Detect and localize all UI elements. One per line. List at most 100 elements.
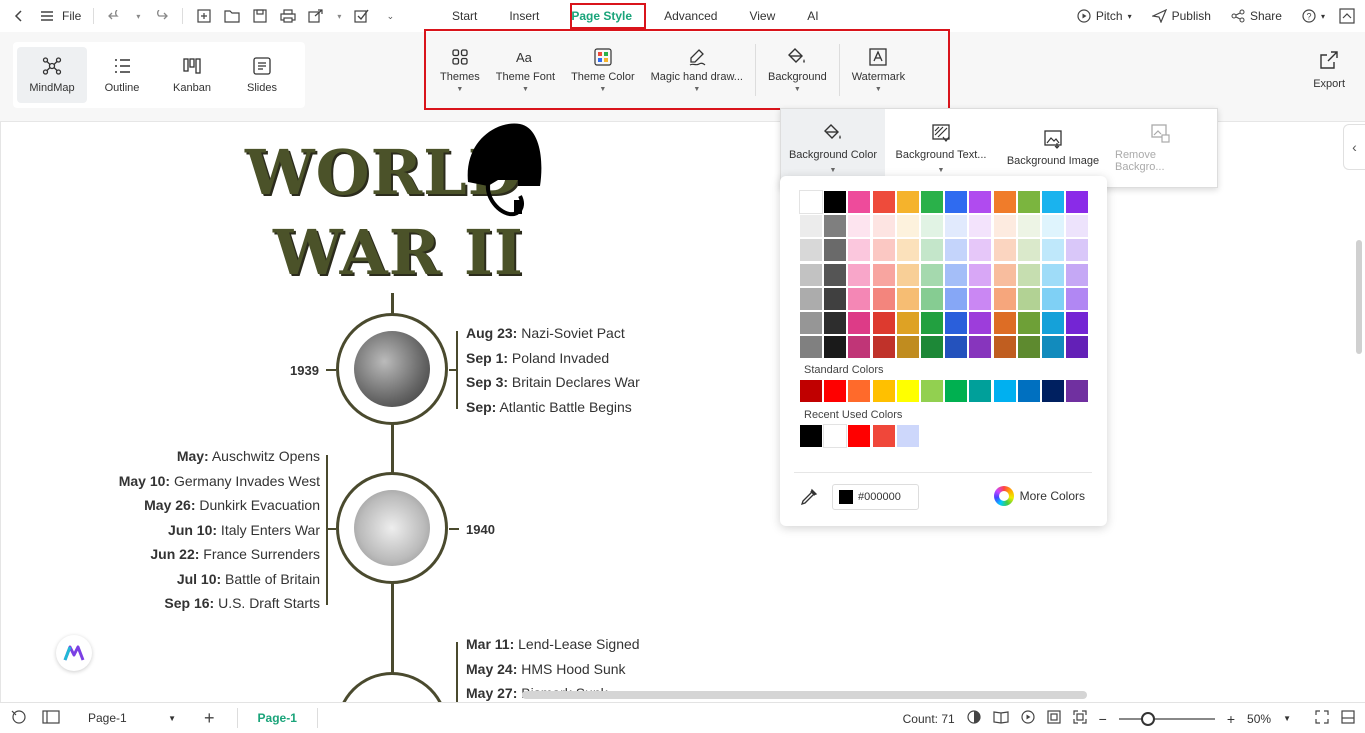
color-swatch[interactable] xyxy=(969,191,992,213)
color-swatch[interactable] xyxy=(945,336,968,359)
page-tab-1[interactable]: Page-1 xyxy=(236,708,318,728)
year-node-1940[interactable] xyxy=(336,472,448,584)
export-share-icon[interactable] xyxy=(307,7,325,25)
event-item[interactable]: May 26: Dunkirk Evacuation xyxy=(110,493,320,518)
color-swatch[interactable] xyxy=(1017,191,1040,213)
color-swatch[interactable] xyxy=(848,263,871,286)
color-swatch[interactable] xyxy=(848,191,871,213)
color-swatch[interactable] xyxy=(945,191,968,213)
color-swatch[interactable] xyxy=(1066,336,1089,359)
tab-ai[interactable]: AI xyxy=(791,0,834,32)
undo-icon[interactable] xyxy=(106,7,124,25)
recent-color-swatch[interactable] xyxy=(896,425,919,447)
color-swatch[interactable] xyxy=(872,311,895,334)
save-icon[interactable] xyxy=(251,7,269,25)
fullscreen-icon[interactable] xyxy=(1315,710,1329,727)
tab-start[interactable]: Start xyxy=(436,0,493,32)
event-item[interactable]: Sep 1: Poland Invaded xyxy=(466,346,640,371)
standard-color-swatch[interactable] xyxy=(824,380,847,402)
color-swatch[interactable] xyxy=(872,287,895,310)
menu-icon[interactable] xyxy=(38,7,56,25)
color-swatch[interactable] xyxy=(1041,336,1064,359)
color-swatch[interactable] xyxy=(896,287,919,310)
share-button[interactable]: Share xyxy=(1231,9,1282,23)
help-button[interactable]: ? ▾ xyxy=(1302,9,1325,23)
color-swatch[interactable] xyxy=(800,215,822,238)
add-page-icon[interactable]: + xyxy=(204,708,215,729)
event-item[interactable]: Sep 3: Britain Declares War xyxy=(466,370,640,395)
standard-color-swatch[interactable] xyxy=(1017,380,1040,402)
view-kanban-button[interactable]: Kanban xyxy=(157,47,227,103)
pitch-button[interactable]: Pitch ▾ xyxy=(1077,9,1132,23)
color-swatch[interactable] xyxy=(824,191,847,213)
color-swatch[interactable] xyxy=(896,239,919,262)
event-item[interactable]: Sep: Atlantic Battle Begins xyxy=(466,395,640,420)
checkbox-edit-icon[interactable] xyxy=(353,7,371,25)
color-swatch[interactable] xyxy=(920,239,943,262)
color-swatch[interactable] xyxy=(1041,191,1064,213)
page-select[interactable]: Page-1 ▼ xyxy=(82,707,182,729)
color-swatch[interactable] xyxy=(993,263,1016,286)
color-swatch[interactable] xyxy=(1041,215,1064,238)
watermark-button[interactable]: Watermark ▼ xyxy=(844,35,913,105)
tab-view[interactable]: View xyxy=(733,0,791,32)
export-button[interactable]: Export xyxy=(1313,50,1345,90)
color-swatch[interactable] xyxy=(1041,239,1064,262)
color-swatch[interactable] xyxy=(824,336,847,359)
outline-panel-icon[interactable] xyxy=(10,709,28,728)
recent-color-swatch[interactable] xyxy=(800,425,822,447)
year-node-1939[interactable] xyxy=(336,313,448,425)
standard-color-swatch[interactable] xyxy=(896,380,919,402)
minimize-panel-icon[interactable] xyxy=(1341,710,1355,727)
standard-color-swatch[interactable] xyxy=(993,380,1016,402)
standard-color-swatch[interactable] xyxy=(945,380,968,402)
color-swatch[interactable] xyxy=(848,215,871,238)
theme-font-button[interactable]: Aa Theme Font ▼ xyxy=(488,35,563,105)
zoom-level[interactable]: 50% xyxy=(1247,712,1271,726)
fit-page-icon[interactable] xyxy=(1047,710,1061,727)
color-swatch[interactable] xyxy=(1017,239,1040,262)
event-item[interactable]: Sep 16: U.S. Draft Starts xyxy=(110,591,320,616)
side-panel-toggle[interactable]: ‹ xyxy=(1343,124,1365,170)
color-swatch[interactable] xyxy=(920,287,943,310)
event-item[interactable]: May: Auschwitz Opens xyxy=(110,444,320,469)
color-swatch[interactable] xyxy=(824,311,847,334)
color-swatch[interactable] xyxy=(1066,263,1089,286)
print-icon[interactable] xyxy=(279,7,297,25)
year-label-1939[interactable]: 1939 xyxy=(290,363,319,378)
color-swatch[interactable] xyxy=(1017,287,1040,310)
color-swatch[interactable] xyxy=(896,263,919,286)
color-swatch[interactable] xyxy=(1041,263,1064,286)
color-swatch[interactable] xyxy=(800,287,822,310)
color-swatch[interactable] xyxy=(945,215,968,238)
color-swatch[interactable] xyxy=(993,239,1016,262)
color-swatch[interactable] xyxy=(993,311,1016,334)
color-swatch[interactable] xyxy=(920,263,943,286)
color-swatch[interactable] xyxy=(1017,215,1040,238)
zoom-in-icon[interactable]: + xyxy=(1227,711,1235,727)
color-swatch[interactable] xyxy=(896,311,919,334)
color-swatch[interactable] xyxy=(800,336,822,359)
eyedropper-icon[interactable] xyxy=(800,488,818,506)
color-swatch[interactable] xyxy=(848,336,871,359)
color-swatch[interactable] xyxy=(1066,215,1089,238)
app-logo-badge[interactable] xyxy=(56,635,92,671)
vertical-scrollbar[interactable] xyxy=(1356,240,1362,354)
color-swatch[interactable] xyxy=(920,191,943,213)
color-swatch[interactable] xyxy=(945,311,968,334)
standard-color-swatch[interactable] xyxy=(872,380,895,402)
undo-dropdown-icon[interactable]: ▾ xyxy=(134,7,142,25)
color-swatch[interactable] xyxy=(896,336,919,359)
color-swatch[interactable] xyxy=(1066,311,1089,334)
standard-color-swatch[interactable] xyxy=(1041,380,1064,402)
hex-color-input[interactable]: #000000 xyxy=(832,484,919,510)
color-swatch[interactable] xyxy=(824,263,847,286)
standard-color-swatch[interactable] xyxy=(1066,380,1089,402)
color-swatch[interactable] xyxy=(800,311,822,334)
color-swatch[interactable] xyxy=(920,215,943,238)
more-chevron-icon[interactable]: ⌄ xyxy=(381,7,399,25)
zoom-dropdown-icon[interactable]: ▼ xyxy=(1283,714,1291,723)
color-swatch[interactable] xyxy=(824,215,847,238)
view-outline-button[interactable]: Outline xyxy=(87,47,157,103)
zoom-slider[interactable] xyxy=(1118,711,1215,726)
